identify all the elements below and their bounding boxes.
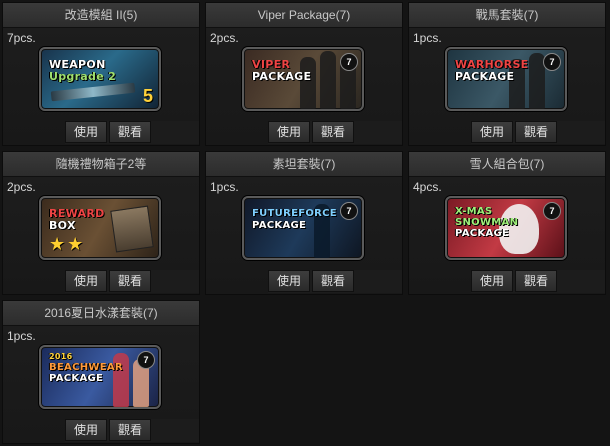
item-thumbnail: 2016 BEACHWEAR PACKAGE 7 (39, 345, 161, 409)
thumbnail-label: VIPER PACKAGE (252, 59, 311, 83)
thumbnail-line2: SNOWMAN (455, 217, 519, 228)
view-button[interactable]: 觀看 (515, 121, 557, 143)
thumbnail-line1: FUTUREFORCE (252, 208, 337, 219)
item-thumbnail: VIPER PACKAGE 7 (242, 47, 364, 111)
action-row: 使用 觀看 (268, 121, 402, 144)
level-badge: 5 (142, 86, 153, 106)
use-button[interactable]: 使用 (65, 121, 107, 143)
thumbnail-line2: BOX (49, 219, 76, 232)
item-title: Viper Package(7) (206, 3, 402, 28)
soldier-figure (320, 51, 336, 109)
view-button[interactable]: 觀看 (312, 270, 354, 292)
item-thumbnail: X-MAS SNOWMAN PACKAGE 7 (445, 196, 567, 260)
use-button[interactable]: 使用 (268, 121, 310, 143)
use-button[interactable]: 使用 (471, 270, 513, 292)
view-button[interactable]: 觀看 (109, 270, 151, 292)
action-row: 使用 觀看 (268, 270, 402, 293)
thumbnail-line2: PACKAGE (455, 70, 515, 83)
thumbnail-label: X-MAS SNOWMAN PACKAGE (455, 206, 518, 239)
item-title: 素坦套裝(7) (206, 152, 402, 177)
item-title: 雪人組合包(7) (409, 152, 605, 177)
thumbnail-line2: PACKAGE (252, 220, 307, 231)
thumbnail-label: REWARD BOX (49, 208, 105, 232)
use-button[interactable]: 使用 (65, 419, 107, 441)
thumbnail-line2: PACKAGE (252, 70, 312, 83)
action-row: 使用 觀看 (471, 270, 605, 293)
use-button[interactable]: 使用 (471, 121, 513, 143)
item-card-snowman-package: 雪人組合包(7) 4pcs. X-MAS SNOWMAN PACKAGE 7 使… (408, 151, 606, 295)
view-button[interactable]: 觀看 (312, 121, 354, 143)
thumbnail-line2: Upgrade 2 (49, 70, 117, 83)
item-card-viper-package: Viper Package(7) 2pcs. VIPER PACKAGE 7 使… (205, 2, 403, 146)
view-button[interactable]: 觀看 (109, 419, 151, 441)
item-count: 1pcs. (210, 180, 239, 194)
item-count: 1pcs. (413, 31, 442, 45)
thumbnail-line1: BEACHWEAR (49, 362, 123, 373)
thumbnail-line3: PACKAGE (455, 228, 510, 239)
item-count: 1pcs. (7, 329, 36, 343)
inventory-grid: 改造模組 II(5) 7pcs. WEAPON Upgrade 2 5 使用 觀… (0, 0, 610, 446)
rifle-art (50, 82, 136, 102)
item-thumbnail: WEAPON Upgrade 2 5 (39, 47, 161, 111)
item-count: 7pcs. (7, 31, 36, 45)
view-button[interactable]: 觀看 (515, 270, 557, 292)
item-count: 2pcs. (7, 180, 36, 194)
item-count: 2pcs. (210, 31, 239, 45)
item-card-reward-box: 隨機禮物箱子2等 2pcs. REWARD BOX ★★ 使用 觀看 (2, 151, 200, 295)
count-badge: 7 (340, 53, 358, 71)
thumbnail-label: WEAPON Upgrade 2 (49, 59, 116, 83)
item-title: 改造模組 II(5) (3, 3, 199, 28)
view-button[interactable]: 觀看 (109, 121, 151, 143)
item-card-warhorse-package: 戰馬套裝(7) 1pcs. WARHORSE PACKAGE 7 使用 觀看 (408, 2, 606, 146)
thumbnail-label: FUTUREFORCE PACKAGE (252, 208, 337, 232)
item-title: 2016夏日水漾套裝(7) (3, 301, 199, 326)
thumbnail-label: WARHORSE PACKAGE (455, 59, 529, 83)
count-badge: 7 (543, 53, 561, 71)
item-title: 隨機禮物箱子2等 (3, 152, 199, 177)
item-thumbnail: FUTUREFORCE PACKAGE 7 (242, 196, 364, 260)
count-badge: 7 (340, 202, 358, 220)
use-button[interactable]: 使用 (268, 270, 310, 292)
action-row: 使用 觀看 (65, 419, 199, 442)
action-row: 使用 觀看 (471, 121, 605, 144)
crate-art (110, 205, 154, 253)
action-row: 使用 觀看 (65, 270, 199, 293)
count-badge: 7 (543, 202, 561, 220)
item-thumbnail: WARHORSE PACKAGE 7 (445, 47, 567, 111)
item-card-weapon-upgrade: 改造模組 II(5) 7pcs. WEAPON Upgrade 2 5 使用 觀… (2, 2, 200, 146)
item-card-beachwear-package: 2016夏日水漾套裝(7) 1pcs. 2016 BEACHWEAR PACKA… (2, 300, 200, 444)
use-button[interactable]: 使用 (65, 270, 107, 292)
star-icon: ★★ (49, 234, 86, 254)
thumbnail-line1: X-MAS (455, 206, 493, 217)
item-title: 戰馬套裝(7) (409, 3, 605, 28)
item-count: 4pcs. (413, 180, 442, 194)
action-row: 使用 觀看 (65, 121, 199, 144)
thumbnail-line2: PACKAGE (49, 373, 104, 384)
count-badge: 7 (137, 351, 155, 369)
item-thumbnail: REWARD BOX ★★ (39, 196, 161, 260)
item-card-futureforce-package: 素坦套裝(7) 1pcs. FUTUREFORCE PACKAGE 7 使用 觀… (205, 151, 403, 295)
thumbnail-label: 2016 BEACHWEAR PACKAGE (49, 351, 123, 384)
thumbnail-line0: 2016 (49, 352, 73, 361)
